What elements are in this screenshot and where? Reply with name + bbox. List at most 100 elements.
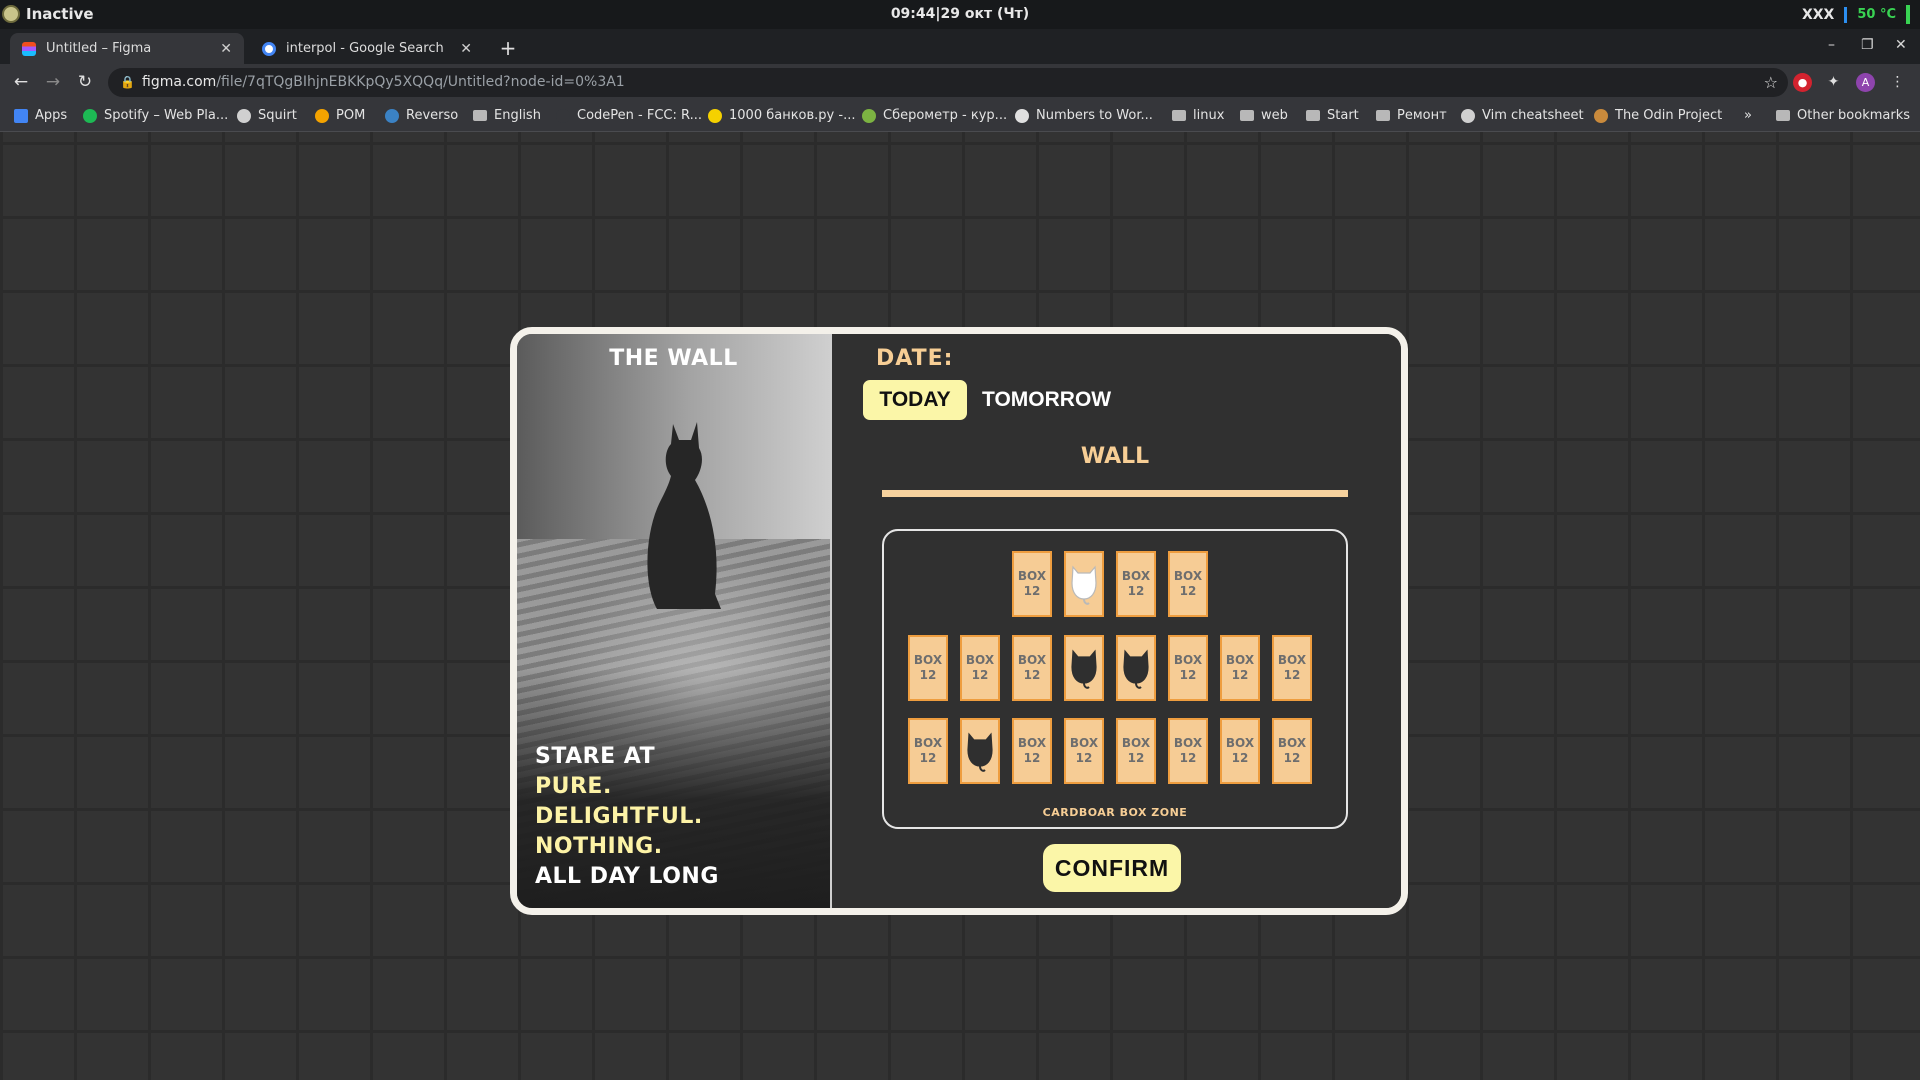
close-tab-icon[interactable]: ✕ [460, 41, 472, 57]
seat-label: BOX [1277, 653, 1307, 667]
bookmark-label: Apps [35, 108, 68, 123]
codepen-icon [556, 108, 570, 123]
box-seat[interactable]: BOX 12 [908, 635, 948, 701]
seat-label: BOX [1017, 736, 1047, 750]
bookmark-item[interactable]: POM [315, 108, 365, 123]
bookmark-star-icon[interactable]: ☆ [1764, 68, 1778, 97]
seat-number: 12 [1023, 751, 1041, 765]
address-bar[interactable]: 🔒 figma.com/file/7qTQgBIhjnEBKKpQy5XQQq/… [108, 68, 1788, 97]
bookmark-item[interactable]: English [473, 108, 541, 123]
cat-silhouette-icon [647, 422, 721, 609]
browser-menu-icon[interactable]: ⋮ [1888, 73, 1907, 92]
restore-icon[interactable]: ❐ [1861, 37, 1874, 53]
tagline-line: NOTHING. [535, 834, 663, 859]
tab-figma[interactable]: Untitled – Figma ✕ [10, 33, 244, 64]
box-seat-occupied[interactable] [1116, 635, 1156, 701]
tomorrow-button[interactable]: TOMORROW [982, 380, 1111, 420]
bookmark-item[interactable]: Apps [14, 108, 67, 123]
box-seat-occupied[interactable] [960, 718, 1000, 784]
tab-google-search[interactable]: interpol - Google Search ✕ [250, 33, 484, 64]
today-button[interactable]: TODAY [863, 380, 967, 420]
seat-number: 12 [1283, 751, 1301, 765]
seat-number: 12 [1023, 668, 1041, 682]
system-tray: XXX 50 °C [1802, 5, 1910, 24]
seat-label: BOX [1017, 653, 1047, 667]
box-seat[interactable]: BOX 12 [1012, 551, 1052, 617]
bookmark-item[interactable]: linux [1172, 108, 1224, 123]
bookmark-item[interactable]: 1000 банков.ру -... [708, 108, 855, 123]
user-label[interactable]: XXX [1802, 7, 1834, 23]
seat-label: BOX [1225, 653, 1255, 667]
browser-toolbar: ← → ↻ 🔒 figma.com/file/7qTQgBIhjnEBKKpQy… [0, 64, 1920, 101]
box-seat[interactable]: BOX 12 [1272, 635, 1312, 701]
bookmark-item[interactable]: Start [1306, 108, 1359, 123]
box-seat[interactable]: BOX 12 [1116, 718, 1156, 784]
bookmark-item[interactable]: Ремонт [1376, 108, 1447, 123]
bookmark-item[interactable]: CodePen - FCC: R... [556, 108, 702, 123]
bookmark-item[interactable]: Reverso [385, 108, 458, 123]
lock-icon[interactable]: 🔒 [120, 68, 135, 97]
bookmark-item[interactable]: The Odin Project [1594, 108, 1722, 123]
browser-tab-strip: Untitled – Figma ✕ interpol - Google Sea… [0, 29, 1920, 64]
bookmark-item[interactable]: Numbers to Wor... [1015, 108, 1153, 123]
seat-label: BOX [1121, 569, 1151, 583]
other-bookmarks[interactable]: Other bookmarks [1776, 108, 1910, 123]
box-seat[interactable]: BOX 12 [1012, 718, 1052, 784]
profile-avatar[interactable]: A [1856, 73, 1875, 92]
box-seat-occupied[interactable] [1064, 635, 1104, 701]
bookmark-label: Сберометр - кур... [883, 108, 1008, 123]
white-cat-icon [1069, 561, 1099, 607]
minimize-icon[interactable]: – [1828, 37, 1835, 53]
box-seat-selected[interactable] [1064, 551, 1104, 617]
box-seat[interactable]: BOX 12 [960, 635, 1000, 701]
confirm-button[interactable]: CONFIRM [1043, 844, 1181, 892]
reload-icon[interactable]: ↻ [73, 70, 97, 94]
seat-number: 12 [1023, 584, 1041, 598]
bookmark-item[interactable]: Spotify – Web Pla... [83, 108, 228, 123]
extensions-puzzle-icon[interactable]: ✦ [1824, 73, 1843, 92]
box-seat[interactable]: BOX 12 [1272, 718, 1312, 784]
adblock-extension-icon[interactable]: ● [1793, 73, 1812, 92]
bookmark-item[interactable]: Сберометр - кур... [862, 108, 1007, 123]
system-top-bar: Inactive 09:44|29 окт (Чт) XXX 50 °C [0, 0, 1920, 29]
globe-icon [237, 108, 251, 123]
tagline-line: ALL DAY LONG [535, 864, 719, 889]
bookmark-label: web [1261, 108, 1288, 123]
bookmarks-bar: Apps Spotify – Web Pla... Squirt POM Reverso… [0, 101, 1920, 132]
folder-icon [1172, 110, 1186, 121]
close-window-icon[interactable]: ✕ [1895, 37, 1907, 53]
bookmark-label: Vim cheatsheet [1482, 108, 1584, 123]
box-seat[interactable]: BOX 12 [1168, 635, 1208, 701]
seat-number: 12 [1179, 584, 1197, 598]
new-tab-button[interactable]: + [496, 37, 520, 61]
bookmark-item[interactable]: web [1240, 108, 1288, 123]
tagline-line: PURE. [535, 774, 612, 799]
box-seat[interactable]: BOX 12 [1064, 718, 1104, 784]
box-seat[interactable]: BOX 12 [1220, 718, 1260, 784]
bookmark-item[interactable]: Vim cheatsheet [1461, 108, 1584, 123]
bookmark-label: linux [1193, 108, 1225, 123]
box-seat[interactable]: BOX 12 [908, 718, 948, 784]
sigma-icon [1015, 108, 1029, 123]
box-seat[interactable]: BOX 12 [1220, 635, 1260, 701]
spotify-icon [83, 108, 97, 123]
seat-label: BOX [965, 653, 995, 667]
bookmark-label: The Odin Project [1615, 108, 1723, 123]
seat-label: BOX [1017, 569, 1047, 583]
bookmarks-overflow-icon[interactable]: » [1744, 108, 1752, 123]
box-seat[interactable]: BOX 12 [1116, 551, 1156, 617]
back-arrow-icon[interactable]: ← [9, 70, 33, 94]
forward-arrow-icon[interactable]: → [41, 70, 65, 94]
box-seat[interactable]: BOX 12 [1168, 718, 1208, 784]
url-host: figma.com [142, 74, 217, 90]
box-seat[interactable]: BOX 12 [1168, 551, 1208, 617]
seat-label: BOX [913, 653, 943, 667]
box-seat[interactable]: BOX 12 [1012, 635, 1052, 701]
bookmark-label: Reverso [406, 108, 459, 123]
seat-label: BOX [1173, 653, 1203, 667]
close-tab-icon[interactable]: ✕ [220, 41, 232, 57]
system-clock[interactable]: 09:44|29 окт (Чт) [0, 6, 1920, 22]
seat-label: BOX [1225, 736, 1255, 750]
bookmark-item[interactable]: Squirt [237, 108, 297, 123]
bookmark-label: Numbers to Wor... [1036, 108, 1153, 123]
